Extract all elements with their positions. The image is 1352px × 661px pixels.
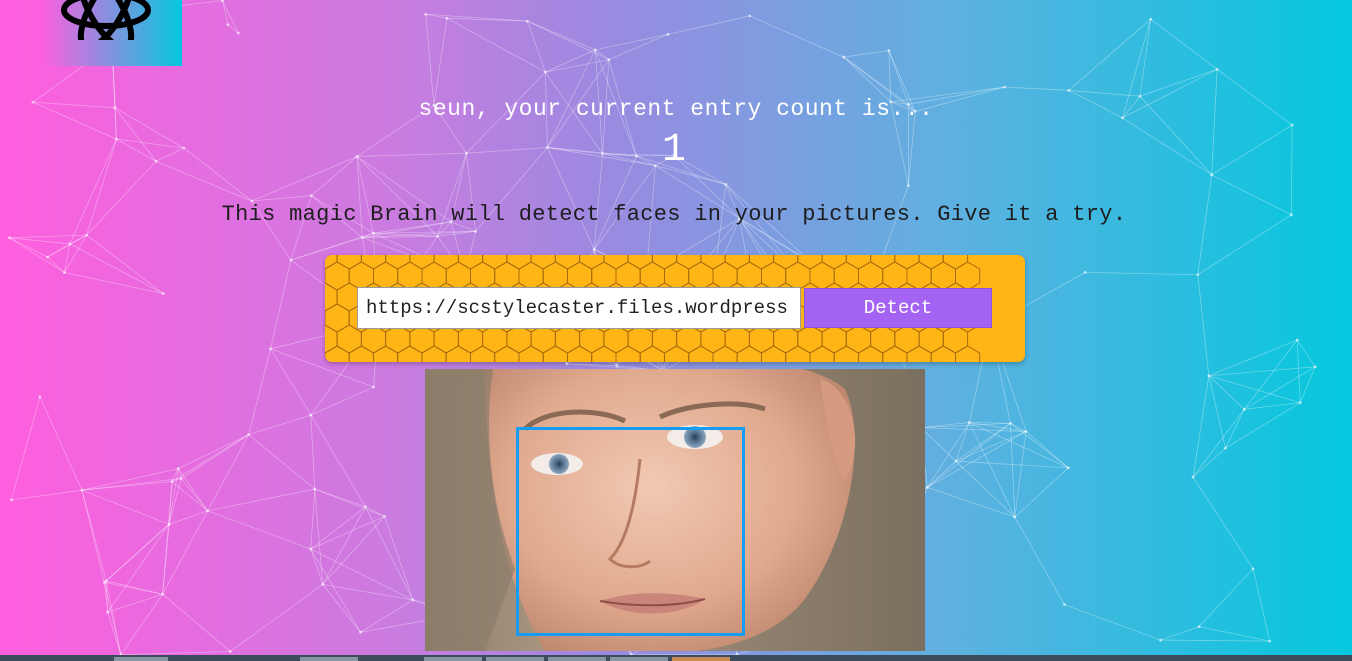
- taskbar-item[interactable]: [548, 657, 606, 661]
- tagline: This magic Brain will detect faces in yo…: [221, 202, 1127, 227]
- atom-logo-icon: [61, 0, 151, 40]
- taskbar-item[interactable]: [610, 657, 668, 661]
- taskbar-item[interactable]: [486, 657, 544, 661]
- taskbar-item[interactable]: [672, 657, 730, 661]
- detect-button[interactable]: Detect: [804, 288, 992, 328]
- entry-count-value: 1: [661, 128, 686, 173]
- face-bounding-box: [516, 427, 745, 636]
- taskbar-item[interactable]: [424, 657, 482, 661]
- image-link-form: Detect: [325, 255, 1025, 362]
- taskbar-item[interactable]: [114, 657, 168, 661]
- taskbar-item[interactable]: [300, 657, 358, 661]
- face-image: [425, 369, 925, 651]
- os-taskbar: [0, 655, 1352, 661]
- logo-tile[interactable]: [40, 0, 182, 66]
- image-url-input[interactable]: [357, 287, 801, 329]
- entry-count-label: seun, your current entry count is...: [418, 96, 934, 122]
